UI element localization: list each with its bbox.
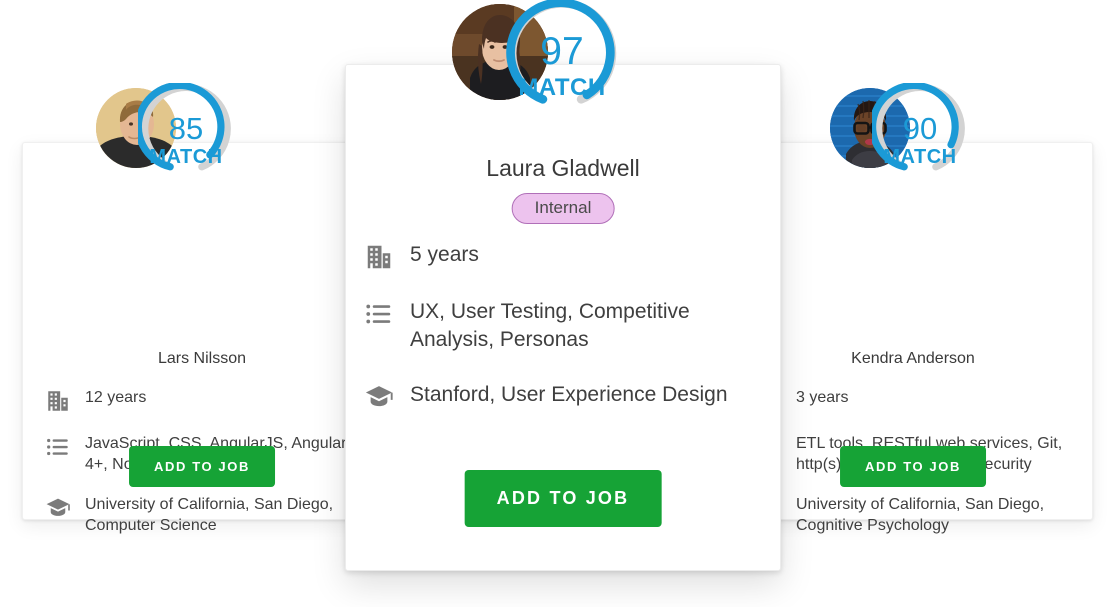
match-label: MATCH (883, 146, 957, 168)
add-to-job-button[interactable]: ADD TO JOB (129, 446, 275, 487)
detail-row-experience: 12 years (45, 387, 345, 414)
match-label: MATCH (518, 74, 606, 101)
status-badge-internal: Internal (511, 193, 615, 224)
candidate-card-lars[interactable]: Lars Nilsson 12 years JavaScript, CSS, A… (22, 142, 345, 534)
detail-text: UX, User Testing, Competitive Analysis, … (410, 300, 690, 352)
match-label: MATCH (149, 146, 223, 168)
detail-text: 5 years (410, 243, 479, 266)
match-ring: 90 MATCH (872, 83, 968, 179)
match-score: 85 (168, 111, 204, 146)
skills-list-icon (781, 434, 782, 460)
detail-row-education: University of California, San Diego, Com… (45, 494, 345, 536)
candidate-header-kendra: 90 MATCH (830, 83, 968, 179)
detail-text: Stanford, User Experience Design (410, 382, 728, 406)
detail-text: 12 years (85, 389, 147, 406)
building-icon (367, 245, 391, 269)
candidate-card-kendra[interactable]: Kendra Anderson 3 years ETL tools, RESTf… (781, 142, 1093, 534)
candidate-header-laura: 97 MATCH (452, 0, 620, 114)
match-score: 97 (540, 30, 584, 73)
right-card-clip: Kendra Anderson 3 years ETL tools, RESTf… (781, 0, 1116, 607)
add-to-job-button[interactable]: ADD TO JOB (840, 446, 986, 487)
candidate-name: Lars Nilsson (157, 350, 247, 367)
left-card-clip: Lars Nilsson 12 years JavaScript, CSS, A… (0, 0, 345, 607)
building-icon (48, 391, 68, 411)
match-score: 90 (902, 111, 938, 146)
building-icon (781, 388, 782, 414)
candidate-name: Laura Gladwell (486, 155, 640, 181)
graduation-cap-icon (781, 495, 782, 521)
detail-row-education: Stanford, User Experience Design (364, 381, 762, 412)
candidate-card-row: Lars Nilsson 12 years JavaScript, CSS, A… (0, 0, 1116, 607)
candidate-name: Kendra Anderson (851, 350, 975, 367)
detail-text: 3 years (796, 389, 849, 406)
skills-list-icon (47, 438, 68, 456)
graduation-cap-icon (365, 385, 393, 406)
match-ring: 85 MATCH (138, 83, 234, 179)
add-to-job-button[interactable]: ADD TO JOB (464, 470, 662, 527)
detail-row-experience: 3 years (781, 387, 1076, 414)
candidate-details: 5 years UX, User Testing, Competitive An… (364, 241, 762, 438)
skills-list-icon (366, 304, 391, 324)
detail-row-education: University of California, San Diego, Cog… (781, 494, 1076, 536)
detail-row-skills: UX, User Testing, Competitive Analysis, … (364, 298, 762, 355)
candidate-card-laura[interactable]: Laura Gladwell Internal 5 years UX, User… (345, 64, 781, 571)
detail-text: University of California, San Diego, Cog… (796, 496, 1045, 535)
detail-text: University of California, San Diego, Com… (85, 496, 334, 535)
candidate-header-lars: 85 MATCH (96, 83, 234, 179)
graduation-cap-icon (46, 498, 70, 517)
detail-row-experience: 5 years (364, 241, 762, 272)
match-ring: 97 MATCH (504, 0, 620, 114)
